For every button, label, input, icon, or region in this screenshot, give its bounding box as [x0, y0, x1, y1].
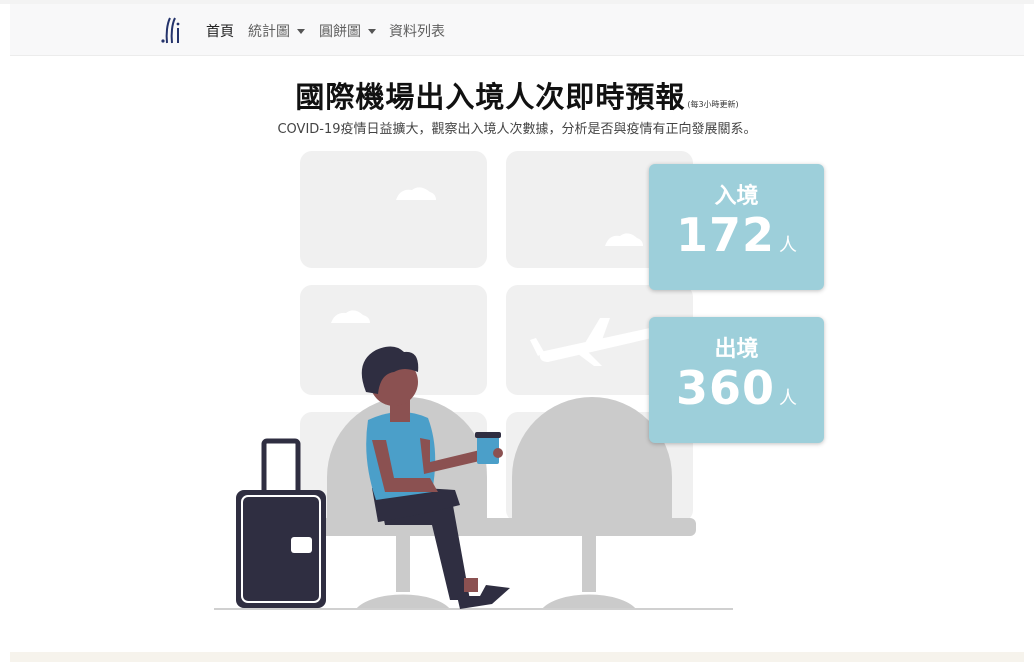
footer-strip [10, 652, 1024, 662]
departure-label: 出境 [714, 337, 759, 362]
arrival-stat-card: 入境 172 人 [649, 164, 824, 290]
airport-waiting-illustration [214, 151, 733, 610]
departure-stat-card: 出境 360 人 [649, 317, 824, 443]
departure-value-row: 360 人 [649, 361, 824, 415]
arrival-label: 入境 [714, 184, 759, 209]
departure-unit: 人 [779, 388, 798, 409]
arrival-count: 172 [675, 208, 776, 262]
window-pane [300, 151, 487, 268]
departure-count: 360 [675, 361, 776, 415]
arrival-value-row: 172 人 [649, 208, 824, 262]
arrival-unit: 人 [779, 235, 798, 256]
